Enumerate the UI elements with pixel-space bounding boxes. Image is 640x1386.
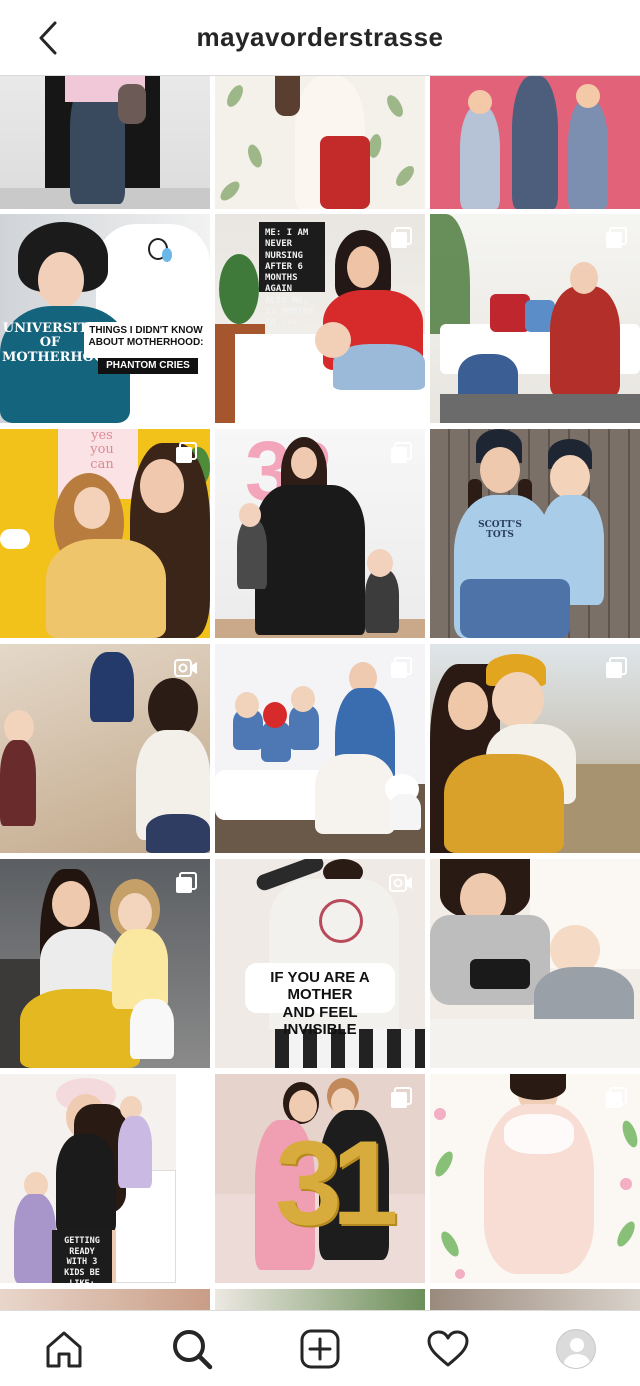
post-tile[interactable] xyxy=(430,644,640,853)
tab-new-post[interactable] xyxy=(296,1327,344,1371)
post-tile[interactable] xyxy=(0,76,210,209)
multiple-photos-icon xyxy=(176,442,197,463)
letterboard-sign: ME: I AM NEVER NURSING AFTER 6 MONTHS AG… xyxy=(259,222,325,328)
tab-profile[interactable] xyxy=(552,1327,600,1371)
post-tile[interactable] xyxy=(0,859,210,1068)
new-post-icon xyxy=(300,1329,340,1369)
caption-line: THINGS I DIDN'T KNOW xyxy=(89,325,203,336)
post-tile[interactable]: yes you can xyxy=(0,429,210,638)
post-tile[interactable] xyxy=(0,1289,210,1310)
video-icon xyxy=(174,229,197,247)
caption-highlight: PHANTOM CRIES xyxy=(98,358,198,374)
multiple-photos-icon xyxy=(606,227,627,248)
post-caption: IF YOU ARE A MOTHER AND FEEL INVISIBLE xyxy=(245,963,395,1038)
wall-sign: yes you can xyxy=(90,429,114,472)
multiple-photos-icon xyxy=(176,1087,197,1108)
caption-line: AND FEEL INVISIBLE xyxy=(282,1003,358,1038)
post-tile[interactable] xyxy=(430,859,640,1068)
post-tile[interactable]: GETTING READY WITH 3 KIDS BE LIKE: xyxy=(0,1074,210,1283)
post-tile[interactable]: ME: I AM NEVER NURSING AFTER 6 MONTHS AG… xyxy=(215,214,425,423)
search-icon xyxy=(173,1330,213,1370)
number-balloon: 31 xyxy=(275,1116,399,1250)
multiple-photos-icon xyxy=(606,657,627,678)
post-tile[interactable] xyxy=(215,644,425,853)
post-tile[interactable] xyxy=(430,1074,640,1283)
post-tile[interactable]: 31 xyxy=(215,1074,425,1283)
profile-username: mayavorderstrasse xyxy=(196,22,444,52)
top-header: mayavorderstrasse xyxy=(0,0,640,76)
post-tile[interactable] xyxy=(0,644,210,853)
post-tile[interactable] xyxy=(430,76,640,209)
tab-search[interactable] xyxy=(168,1327,216,1371)
posts-grid: UNIVERSITY OF MOTHERHOOD THINGS I DIDN'T… xyxy=(0,76,640,1310)
profile-avatar xyxy=(556,1329,596,1369)
multiple-photos-icon xyxy=(391,1087,412,1108)
caption-line: ABOUT MOTHERHOOD: xyxy=(88,336,204,348)
home-icon xyxy=(46,1331,82,1368)
profile-feed-screen: mayavorderstrasse UNIVERSITY OF MOTHERHO… xyxy=(0,0,640,1386)
multiple-photos-icon xyxy=(176,872,197,893)
post-tile[interactable]: 32 xyxy=(215,429,425,638)
post-tile[interactable] xyxy=(215,76,425,209)
post-tile[interactable] xyxy=(215,1289,425,1310)
bottom-tab-bar xyxy=(0,1310,640,1386)
multiple-photos-icon xyxy=(391,227,412,248)
multiple-photos-icon xyxy=(391,442,412,463)
shirt-text: SCOTT'S TOTS xyxy=(478,520,522,540)
multiple-photos-icon xyxy=(391,657,412,678)
multiple-photos-icon xyxy=(606,1087,627,1108)
post-tile[interactable]: SCOTT'S TOTS xyxy=(430,429,640,638)
post-tile[interactable] xyxy=(430,1289,640,1310)
post-tile[interactable]: IF YOU ARE A MOTHER AND FEEL INVISIBLE xyxy=(215,859,425,1068)
video-icon xyxy=(389,874,412,892)
post-tile[interactable] xyxy=(430,214,640,423)
video-icon xyxy=(174,659,197,677)
post-tile[interactable]: UNIVERSITY OF MOTHERHOOD THINGS I DIDN'T… xyxy=(0,214,210,423)
tab-activity[interactable] xyxy=(424,1327,472,1371)
letterboard-sign: GETTING READY WITH 3 KIDS BE LIKE: xyxy=(52,1230,112,1283)
caption-line: IF YOU ARE A MOTHER xyxy=(270,969,370,1004)
tab-home[interactable] xyxy=(40,1327,88,1371)
post-caption: THINGS I DIDN'T KNOW ABOUT MOTHERHOOD: xyxy=(84,322,208,358)
activity-heart-icon xyxy=(427,1330,469,1367)
